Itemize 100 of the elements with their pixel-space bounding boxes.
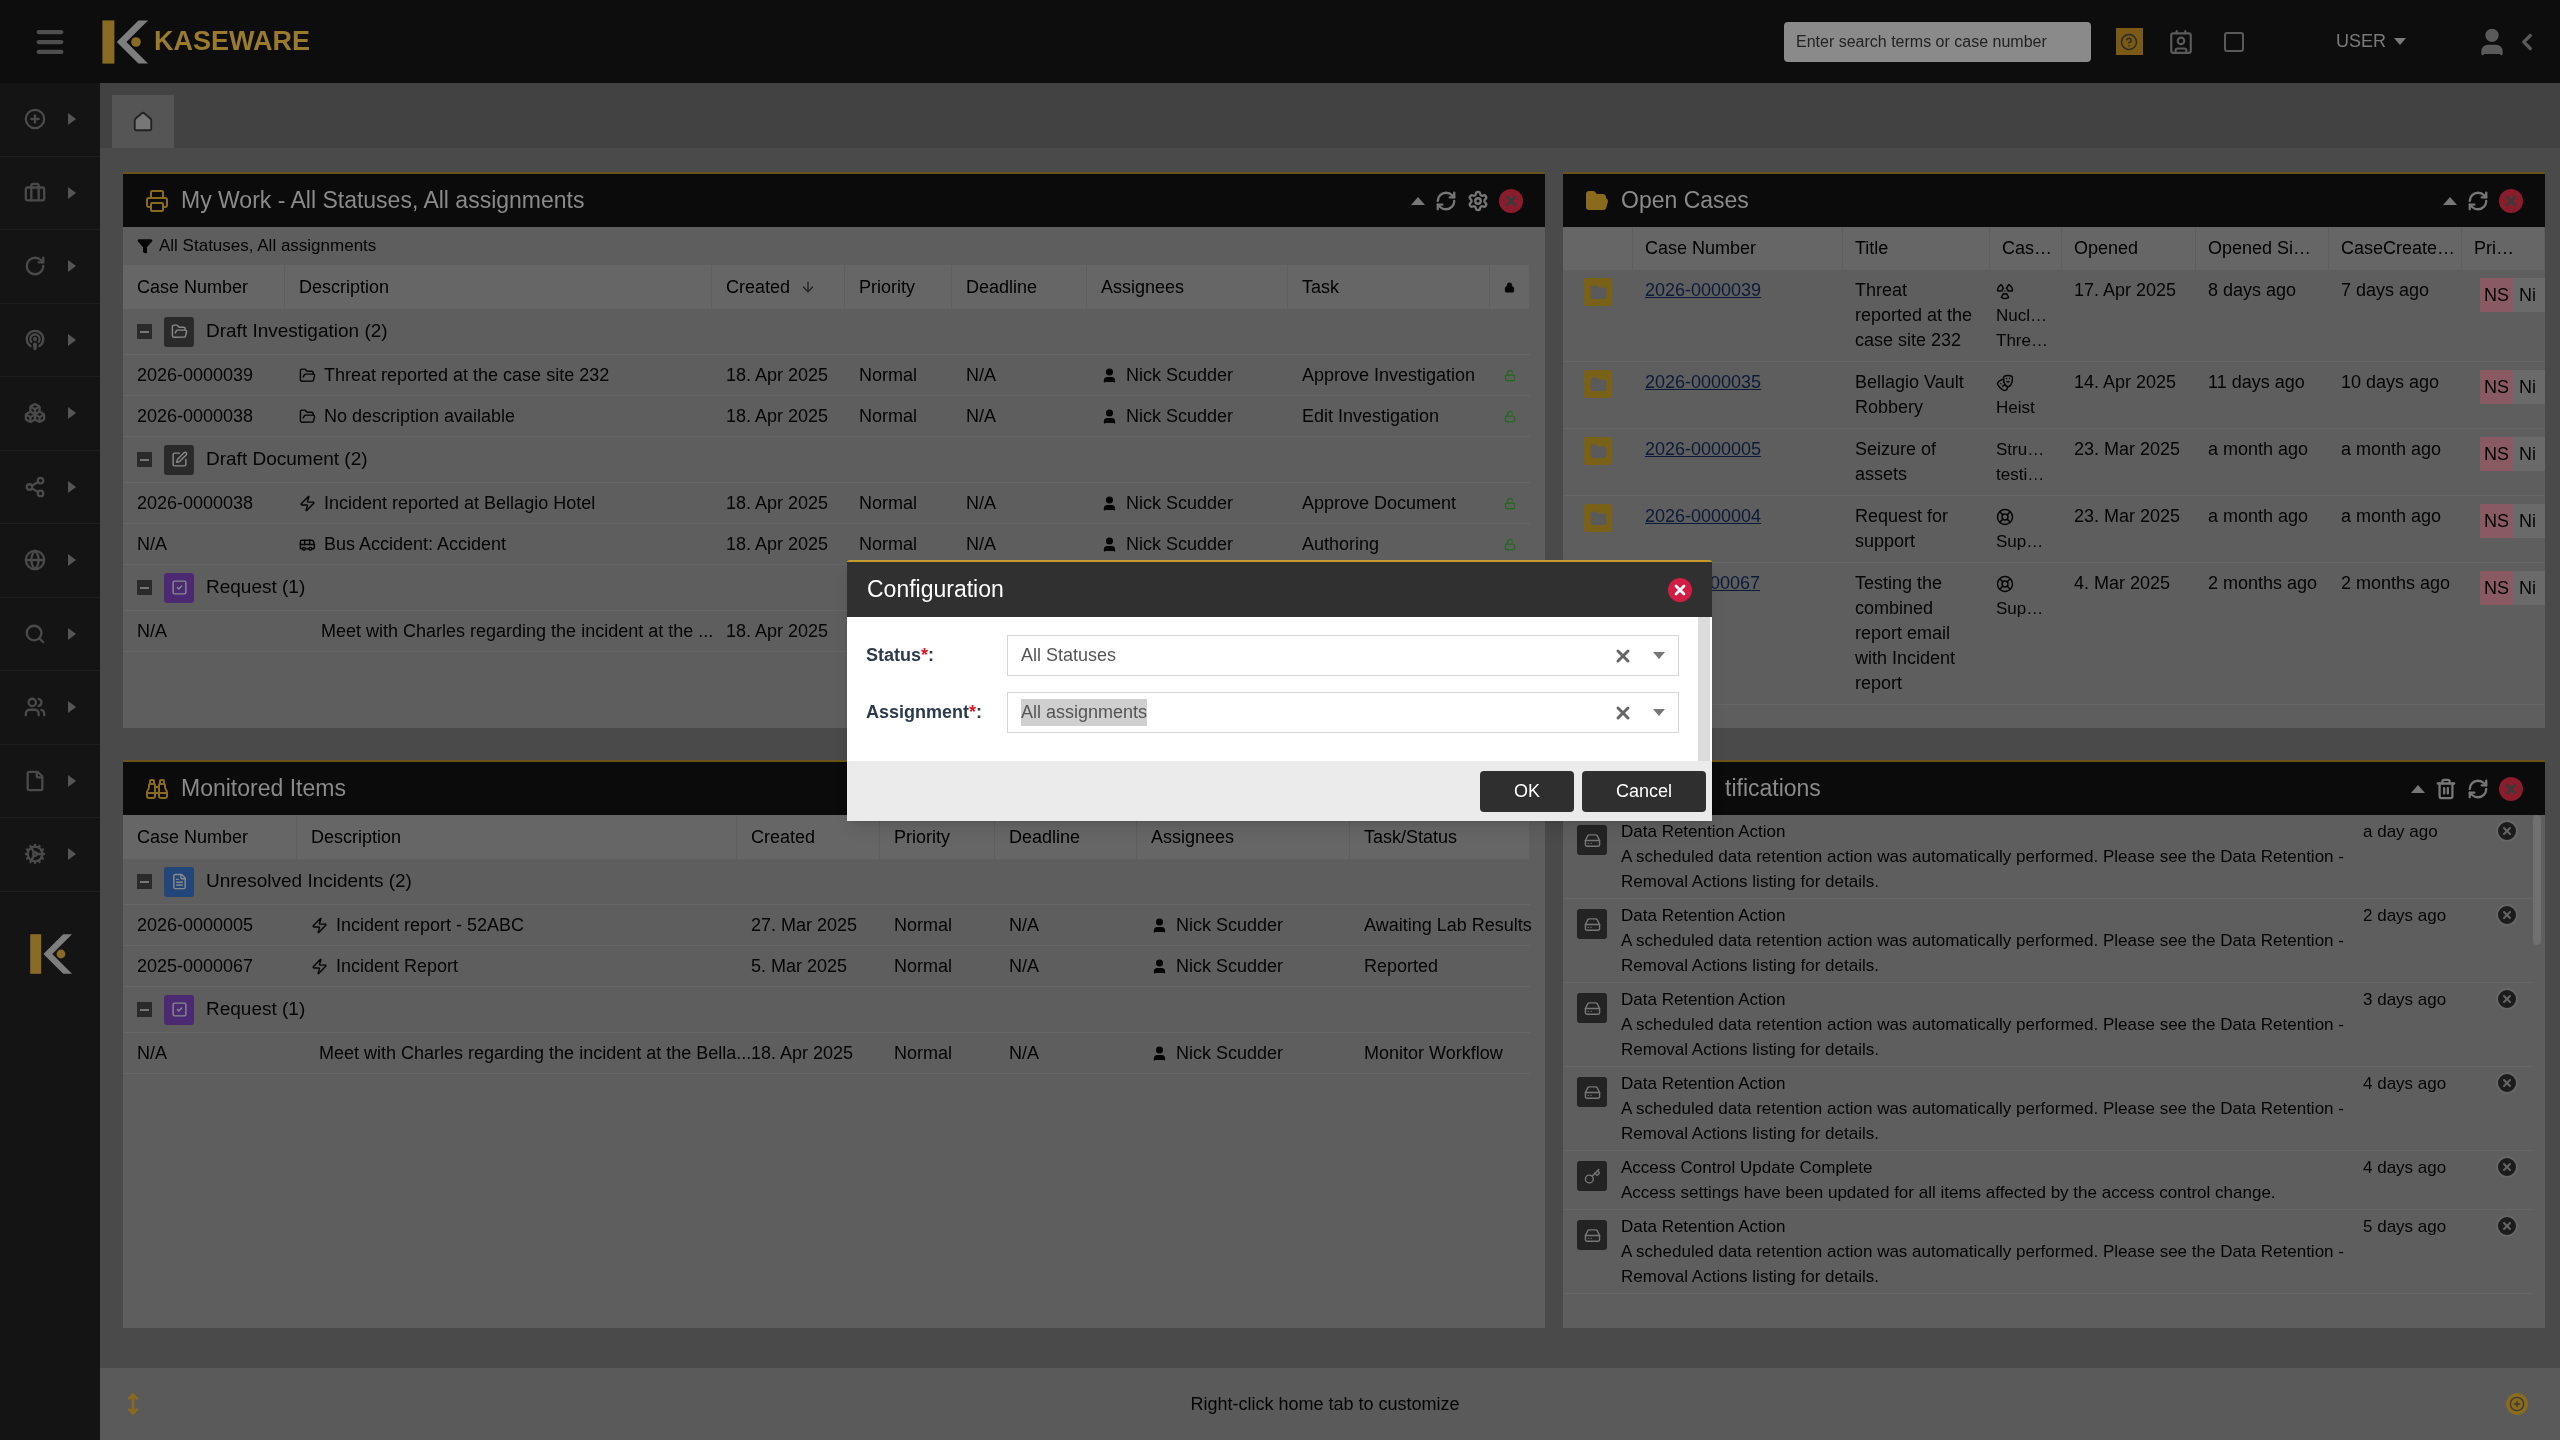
- collapse-toggle[interactable]: [137, 324, 152, 339]
- group-label: Unresolved Incidents (2): [206, 869, 412, 894]
- settings-icon[interactable]: [1467, 189, 1489, 212]
- caret-icon: [68, 701, 76, 714]
- column-header[interactable]: Description: [297, 815, 737, 859]
- column-header[interactable]: [1490, 265, 1530, 309]
- deadline-text: N/A: [966, 532, 996, 556]
- user-icon: [1101, 535, 1118, 553]
- dialog-button[interactable]: Cancel: [1581, 770, 1706, 812]
- collapse-toggle[interactable]: [137, 874, 152, 889]
- dismiss-icon[interactable]: [2495, 987, 2519, 1011]
- collapse-icon[interactable]: [1411, 196, 1425, 205]
- dismiss-icon[interactable]: [2495, 1155, 2519, 1179]
- caret-icon: [68, 260, 76, 273]
- footer-hint: Right-click home tab to customize: [1190, 1392, 1460, 1416]
- case-link[interactable]: 2026-0000005: [1645, 439, 1762, 459]
- description-text: Incident reported at Bellagio Hotel: [324, 491, 596, 515]
- deadline-text: N/A: [966, 491, 996, 515]
- case-number: 2026-0000039: [137, 363, 254, 387]
- dismiss-icon[interactable]: [2495, 903, 2519, 927]
- dialog-button[interactable]: OK: [1479, 770, 1574, 812]
- notification-title: Access Control Update Complete: [1621, 1157, 1874, 1179]
- column-header[interactable]: Title: [1843, 227, 1990, 270]
- collapse-toggle[interactable]: [137, 1002, 152, 1017]
- add-icon: [24, 108, 46, 131]
- refresh-icon[interactable]: [1435, 189, 1457, 212]
- collapse-toggle[interactable]: [137, 452, 152, 467]
- redo-icon: [24, 255, 46, 278]
- case-type: Heist: [1996, 397, 2036, 419]
- column-header[interactable]: Deadline: [952, 265, 1087, 309]
- column-header[interactable]: Description: [285, 265, 712, 309]
- time-ago: 3 days ago: [2363, 989, 2448, 1011]
- user-icon: [1101, 366, 1118, 384]
- search-field[interactable]: Enter search terms or case number: [1784, 21, 2091, 62]
- user-icon: [1151, 957, 1168, 975]
- contact-icon[interactable]: [2168, 28, 2194, 55]
- group-label: Request (1): [206, 997, 306, 1022]
- column-header[interactable]: Case Number: [123, 265, 285, 309]
- case-link[interactable]: 2026-0000039: [1645, 280, 1762, 300]
- panel-title: My Work - All Statuses, All assignments: [181, 186, 585, 216]
- case-link[interactable]: 2026-0000035: [1645, 372, 1762, 392]
- home-tab[interactable]: [112, 95, 174, 148]
- priority-text: Ni: [2513, 437, 2545, 471]
- refresh-icon[interactable]: [2467, 189, 2489, 212]
- broadcast-icon: [24, 328, 46, 351]
- panel-title: tifications: [1725, 774, 1821, 804]
- column-header[interactable]: Assignees: [1087, 265, 1288, 309]
- task-text: Edit Investigation: [1302, 404, 1440, 428]
- case-type: Nucl…: [1996, 305, 2048, 327]
- dismiss-icon[interactable]: [2495, 1214, 2519, 1238]
- column-header[interactable]: Case Number: [1633, 227, 1843, 270]
- assignee-name: Nick Scudder: [1126, 532, 1234, 556]
- column-header[interactable]: Case Number: [123, 815, 297, 859]
- notification-text: A scheduled data retention action was automatically performed. Please see the Data Retention - Removal Actions listing for details.: [1621, 1241, 2345, 1288]
- trash-icon[interactable]: [2435, 777, 2457, 800]
- collapse-icon[interactable]: [2411, 784, 2425, 793]
- column-header[interactable]: Cas…: [1990, 227, 2062, 270]
- task-text: Reported: [1364, 954, 1439, 978]
- group-label: Request (1): [206, 575, 306, 600]
- notification-title: Data Retention Action: [1621, 905, 1787, 927]
- dropdown-caret-icon[interactable]: [1653, 652, 1665, 659]
- add-icon[interactable]: [2506, 1393, 2528, 1415]
- lightning-icon: [311, 957, 328, 975]
- select-field[interactable]: All Statuses: [1007, 635, 1679, 676]
- time-ago: 7 days ago: [2341, 280, 2430, 300]
- user-menu[interactable]: USER: [2336, 28, 2406, 55]
- column-header[interactable]: Opened: [2062, 227, 2196, 270]
- column-header[interactable]: Created: [712, 265, 845, 309]
- dropdown-caret-icon[interactable]: [1653, 709, 1665, 716]
- panel-title: Open Cases: [1621, 186, 1749, 216]
- help-icon[interactable]: [2116, 28, 2143, 55]
- case-number: 2026-0000005: [137, 913, 254, 937]
- case-title: Testing the combined report email with Incident report: [1855, 573, 1956, 693]
- folder-icon: [299, 407, 316, 425]
- dismiss-icon[interactable]: [2495, 1071, 2519, 1095]
- caret-icon: [68, 333, 76, 346]
- date-text: 18. Apr 2025: [726, 404, 829, 428]
- collapse-toggle[interactable]: [137, 580, 152, 595]
- caret-icon: [68, 407, 76, 420]
- column-header[interactable]: Opened Si…: [2196, 227, 2329, 270]
- column-header[interactable]: Priority: [845, 265, 952, 309]
- select-field[interactable]: All assignments: [1007, 692, 1679, 733]
- collapse-icon[interactable]: [2443, 196, 2457, 205]
- user-icon: [1101, 407, 1118, 425]
- field-label: Assignment*:: [866, 701, 984, 724]
- refresh-icon[interactable]: [2467, 777, 2489, 800]
- case-link[interactable]: 2026-0000004: [1645, 506, 1762, 526]
- case-link[interactable]: 00067: [1709, 573, 1760, 593]
- caret-icon: [68, 554, 76, 567]
- column-header[interactable]: Created: [737, 815, 880, 859]
- column-header[interactable]: CaseCreate…: [2329, 227, 2462, 270]
- column-header[interactable]: Task: [1288, 265, 1490, 309]
- case-number: 2026-0000038: [137, 491, 254, 515]
- column-header[interactable]: Pri…: [2462, 227, 2545, 270]
- window-icon[interactable]: [2222, 29, 2246, 54]
- dismiss-icon[interactable]: [2495, 819, 2519, 843]
- briefcase-icon: [24, 181, 46, 204]
- close-icon[interactable]: [1668, 577, 1692, 602]
- notification-title: Data Retention Action: [1621, 1216, 1787, 1238]
- description-text: Meet with Charles regarding the incident at the ...: [320, 619, 714, 643]
